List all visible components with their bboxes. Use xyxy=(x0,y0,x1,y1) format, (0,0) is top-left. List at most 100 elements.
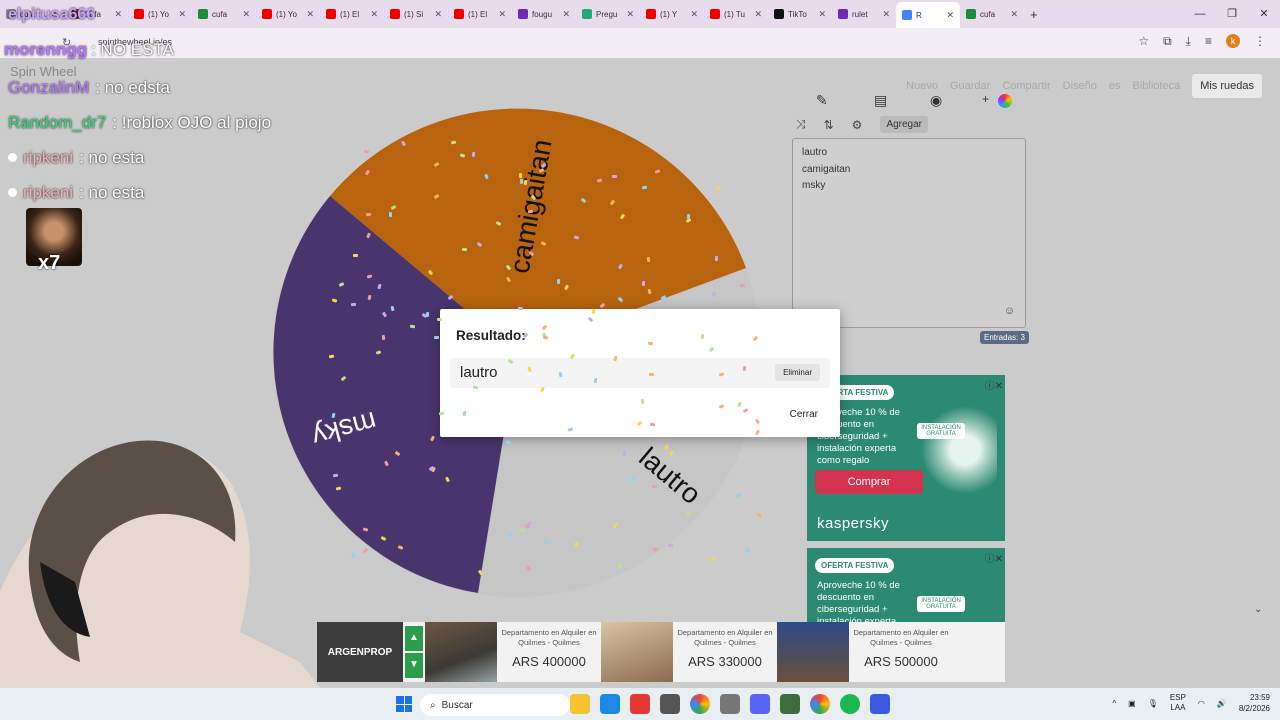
agregar-button[interactable]: Agregar xyxy=(880,116,929,133)
file-explorer-icon[interactable] xyxy=(570,694,590,714)
nav-nuevo[interactable]: Nuevo xyxy=(906,80,938,92)
app-icon[interactable] xyxy=(630,694,650,714)
tab-close-icon[interactable]: ✕ xyxy=(1010,9,1018,20)
tab-close-icon[interactable]: ✕ xyxy=(626,9,634,20)
chat-username: Random_dr7 xyxy=(8,113,107,132)
add-icon[interactable]: + xyxy=(982,92,989,106)
app-icon[interactable] xyxy=(780,694,800,714)
taskbar-apps xyxy=(570,694,890,714)
hide-eye-icon[interactable]: ◉ xyxy=(930,92,942,109)
tab-close-icon[interactable]: ✕ xyxy=(434,9,442,20)
menu-icon[interactable]: ⋮ xyxy=(1254,34,1266,49)
settings-gear-icon[interactable]: ⚙ xyxy=(852,118,863,132)
argenprop-logo: ARGENPROP xyxy=(317,622,403,682)
volume-icon[interactable]: 🔊 xyxy=(1217,699,1227,708)
discord-icon[interactable] xyxy=(750,694,770,714)
clock[interactable]: 23:59 8/2/2026 xyxy=(1239,692,1270,714)
app-icon[interactable] xyxy=(600,694,620,714)
cerrar-button[interactable]: Cerrar xyxy=(784,405,824,424)
spotify-icon[interactable] xyxy=(840,694,860,714)
browser-tab[interactable]: rulet ✕ xyxy=(832,3,896,25)
chrome-icon[interactable] xyxy=(810,694,830,714)
sort-icon[interactable]: ⇅ xyxy=(824,118,834,132)
streamer-tag: elpitusa666 xyxy=(8,6,96,23)
extensions-icon[interactable]: ⧉ xyxy=(1163,34,1172,49)
tab-close-icon[interactable]: ✕ xyxy=(882,9,890,20)
windows-start-icon[interactable] xyxy=(396,696,412,712)
listing-card[interactable]: Departamento en Alquiler en Quilmes - Qu… xyxy=(601,622,777,682)
tab-close-icon[interactable]: ✕ xyxy=(498,9,506,20)
browser-tab[interactable]: R ✕ xyxy=(896,2,960,28)
browser-tab[interactable]: (1) Yo ✕ xyxy=(256,3,320,25)
close-window-button[interactable]: ✕ xyxy=(1248,0,1280,28)
nav-diseno[interactable]: Diseño xyxy=(1063,80,1097,92)
browser-tab[interactable]: (1) Si ✕ xyxy=(384,3,448,25)
tab-favicon-icon xyxy=(582,9,592,19)
tray-app-icon[interactable]: ▣ xyxy=(1128,699,1136,708)
search-placeholder: Buscar xyxy=(441,699,473,711)
app-icon[interactable] xyxy=(720,694,740,714)
browser-tab[interactable]: (1) Tu ✕ xyxy=(704,3,768,25)
confetti-piece xyxy=(388,212,392,218)
download-icon[interactable]: ⤓ xyxy=(1186,34,1191,49)
tray-chevron-icon[interactable]: ^ xyxy=(1112,699,1116,708)
tab-close-icon[interactable]: ✕ xyxy=(946,10,954,21)
pencil-icon[interactable]: ✎ xyxy=(816,92,828,109)
tab-close-icon[interactable]: ✕ xyxy=(114,9,122,20)
new-tab-button[interactable]: + xyxy=(1030,7,1038,22)
reading-list-icon[interactable]: ≡ xyxy=(1205,34,1212,49)
chrome-icon[interactable] xyxy=(690,694,710,714)
tab-close-icon[interactable]: ✕ xyxy=(690,9,698,20)
browser-tab[interactable]: (1) El ✕ xyxy=(448,3,512,25)
chat-message: : no esta xyxy=(79,183,145,202)
ad-close-icon[interactable]: ⓘ✕ xyxy=(985,377,1003,392)
browser-tab[interactable]: Pregu ✕ xyxy=(576,3,640,25)
nav-language[interactable]: es xyxy=(1109,80,1121,92)
nav-guardar[interactable]: Guardar xyxy=(950,80,990,92)
profile-avatar[interactable]: k xyxy=(1226,34,1240,48)
scroll-down-icon[interactable]: ⌄ xyxy=(1254,604,1262,615)
tab-close-icon[interactable]: ✕ xyxy=(242,9,250,20)
wifi-icon[interactable]: ◠ xyxy=(1198,699,1205,708)
language-indicator[interactable]: ESP LAA xyxy=(1170,693,1186,713)
banner-down-arrow-icon[interactable]: ▼ xyxy=(405,653,423,678)
app-icon[interactable] xyxy=(870,694,890,714)
listing-card[interactable]: Departamento en Alquiler en Quilmes - Qu… xyxy=(425,622,601,682)
minimize-button[interactable]: — xyxy=(1184,0,1216,28)
nav-compartir[interactable]: Compartir xyxy=(1002,80,1050,92)
browser-tab[interactable]: cufa ✕ xyxy=(960,3,1024,25)
kaspersky-ad-2[interactable]: ⓘ✕ OFERTA FESTIVA Aproveche 10 % de desc… xyxy=(807,548,1005,628)
browser-tab[interactable]: (1) Yo ✕ xyxy=(128,3,192,25)
color-wheel-icon[interactable] xyxy=(998,94,1012,108)
tab-close-icon[interactable]: ✕ xyxy=(754,9,762,20)
bookmark-star-icon[interactable]: ☆ xyxy=(1138,34,1149,49)
banner-up-arrow-icon[interactable]: ▲ xyxy=(405,626,423,651)
listing-card[interactable]: Departamento en Alquiler en Quilmes - Qu… xyxy=(777,622,953,682)
app-icon[interactable] xyxy=(660,694,680,714)
chat-badge-icon xyxy=(8,153,17,162)
browser-tab[interactable]: (1) Y ✕ xyxy=(640,3,704,25)
mis-ruedas-button[interactable]: Mis ruedas xyxy=(1192,74,1262,98)
emoji-icon[interactable]: ☺ xyxy=(1004,303,1015,320)
tab-close-icon[interactable]: ✕ xyxy=(370,9,378,20)
tab-close-icon[interactable]: ✕ xyxy=(178,9,186,20)
entries-textarea[interactable]: lautro camigaitan msky ☺ xyxy=(792,138,1026,328)
maximize-button[interactable]: ❐ xyxy=(1216,0,1248,28)
tab-close-icon[interactable]: ✕ xyxy=(306,9,314,20)
ad-close-icon[interactable]: ⓘ✕ xyxy=(985,550,1003,565)
browser-tab[interactable]: fougu ✕ xyxy=(512,3,576,25)
clipboard-icon[interactable]: ▤ xyxy=(874,92,887,109)
ad-comprar-button[interactable]: Comprar xyxy=(815,470,923,494)
tab-close-icon[interactable]: ✕ xyxy=(818,9,826,20)
browser-tab[interactable]: (1) El ✕ xyxy=(320,3,384,25)
nav-biblioteca[interactable]: Biblioteca xyxy=(1133,80,1181,92)
eliminar-button[interactable]: Eliminar xyxy=(775,364,820,381)
browser-tab[interactable]: cufa ✕ xyxy=(192,3,256,25)
argenprop-banner-ad[interactable]: ARGENPROP ▲ ▼ Departamento en Alquiler e… xyxy=(317,622,1005,682)
taskbar-search[interactable]: ⌕ Buscar xyxy=(420,694,570,716)
tab-favicon-icon xyxy=(198,9,208,19)
shuffle-icon[interactable]: ⤨ xyxy=(796,117,806,132)
mic-icon[interactable]: 🎙 xyxy=(1148,699,1158,708)
tab-close-icon[interactable]: ✕ xyxy=(562,9,570,20)
browser-tab[interactable]: TikTo ✕ xyxy=(768,3,832,25)
